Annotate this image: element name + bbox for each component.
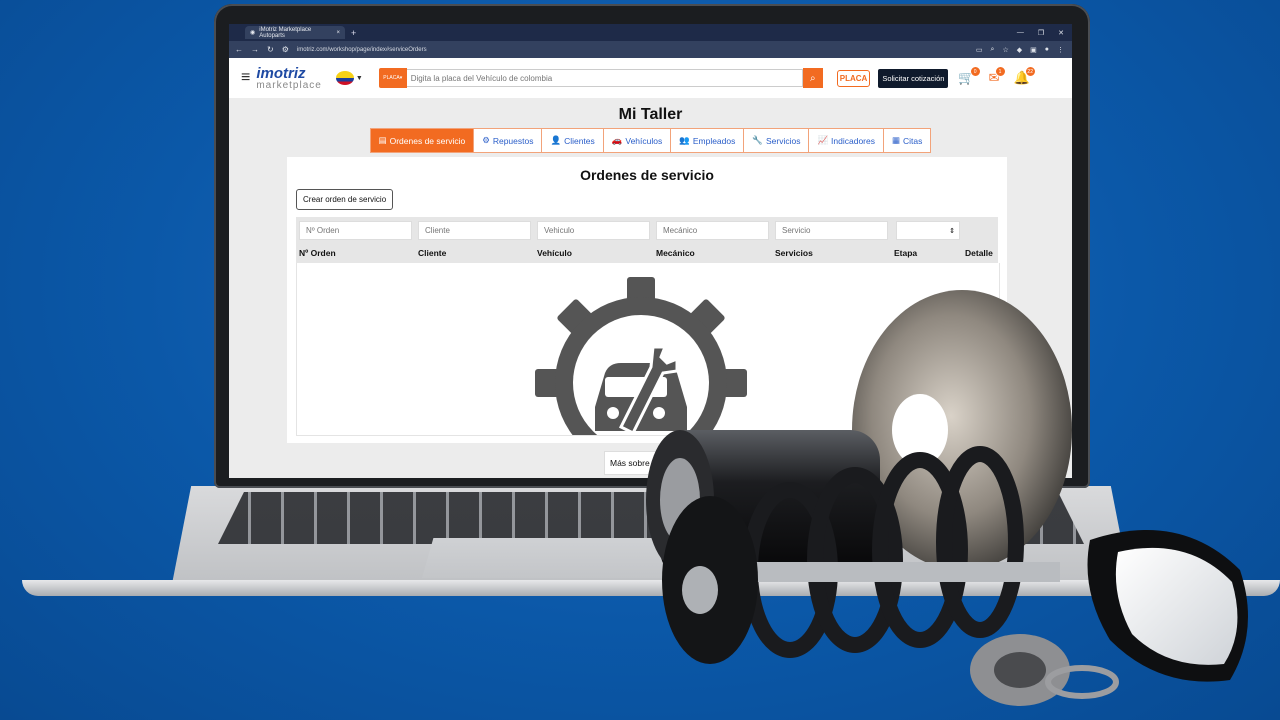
column-header: Detalle	[965, 248, 993, 258]
new-tab-icon[interactable]: +	[351, 28, 356, 38]
browser-tab[interactable]: ◉ iMotriz Marketplace Autoparts ×	[245, 26, 345, 39]
column-header: Vehículo	[537, 248, 572, 258]
tab-clients[interactable]: 👤 Clientes	[542, 128, 604, 153]
search-input[interactable]	[406, 69, 803, 87]
tab-indicators[interactable]: 📈 Indicadores	[809, 128, 884, 153]
auto-parts-image	[646, 290, 1248, 706]
browser-urlbar: ← → ↻ ⚙ imotriz.com/workshop/page/index#…	[229, 41, 1072, 58]
site-header: ≡ imotriz marketplace ▼ PLACA▾ ⌕ PLACA S…	[229, 58, 1072, 98]
file-icon: ▤	[378, 135, 387, 145]
logo[interactable]: imotriz marketplace	[256, 66, 321, 91]
column-header: Servicios	[775, 248, 813, 258]
tab-label: Repuestos	[492, 135, 534, 146]
search-icon: ⌕	[809, 72, 816, 84]
colombia-flag-icon[interactable]	[335, 71, 354, 85]
stage-select[interactable]: ⇕	[896, 221, 960, 240]
users-icon: 👥	[679, 135, 690, 145]
window-controls: — ❐ ✕	[1017, 29, 1072, 37]
client-filter-input[interactable]	[418, 221, 531, 240]
plate-label: PLACA	[383, 75, 400, 81]
panel-title: Ordenes de servicio	[580, 167, 714, 183]
browser-tabbar: ◉ iMotriz Marketplace Autoparts × + — ❐ …	[229, 24, 1072, 41]
browser-tab-title: iMotriz Marketplace Autoparts	[259, 26, 312, 39]
workshop-tabs: ▤ Ordenes de servicio ⚙ Repuestos 👤 Cliente…	[229, 128, 1072, 153]
chart-icon: 📈	[817, 135, 829, 145]
car-icon: 🚗	[611, 135, 623, 145]
search-button[interactable]: ⌕	[802, 68, 823, 88]
tab-label: Servicios	[765, 135, 801, 146]
browser-menu-icon[interactable]: ⋮	[1057, 46, 1064, 54]
tab-label: Citas	[903, 135, 923, 146]
close-tab-icon[interactable]: ×	[336, 30, 340, 36]
cogs-icon: ⚙	[482, 135, 490, 145]
column-header: Nº Orden	[299, 248, 336, 258]
calendar-icon: ▦	[892, 135, 901, 145]
tab-label: Ordenes de servicio	[389, 135, 466, 146]
placa-button[interactable]: PLACA	[836, 69, 871, 87]
extension-icon[interactable]: ◆	[1017, 46, 1022, 54]
restore-icon[interactable]: ❐	[1038, 29, 1044, 37]
close-window-icon[interactable]: ✕	[1058, 29, 1064, 37]
cart-badge: 0	[969, 66, 981, 77]
reload-icon[interactable]: ↻	[267, 45, 274, 54]
vehicle-filter-input[interactable]	[537, 221, 650, 240]
favicon-icon: ◉	[250, 30, 256, 36]
hamburger-menu-icon[interactable]: ≡	[241, 69, 250, 87]
forward-icon[interactable]: →	[251, 45, 259, 54]
column-header: Cliente	[418, 248, 447, 258]
site-info-icon[interactable]: ⚙	[282, 45, 289, 54]
page-title: Mi Taller	[618, 106, 683, 123]
tab-vehicles[interactable]: 🚗 Vehículos	[603, 128, 672, 153]
order-filter-input[interactable]	[299, 221, 412, 240]
tab-appointments[interactable]: ▦ Citas	[884, 128, 932, 153]
browser-toolbar-icons: ▭ ⌕ ☆ ◆ ▣ ● ⋮	[976, 46, 1072, 54]
tab-label: Vehículos	[625, 135, 663, 146]
header-icons: 🛒 0 ✉ 1 🔔 22	[958, 66, 1036, 86]
back-icon[interactable]: ←	[235, 45, 243, 54]
cart-icon[interactable]: 🛒 0	[958, 66, 981, 86]
tab-label: Clientes	[564, 135, 595, 146]
wrench-icon: 🔧	[752, 135, 763, 145]
profile-icon[interactable]: ●	[1045, 46, 1049, 54]
bookmark-star-icon[interactable]: ☆	[1002, 46, 1008, 54]
column-header: Etapa	[894, 248, 918, 258]
logo-sub: marketplace	[256, 79, 322, 91]
cast-icon[interactable]: ▭	[976, 46, 983, 54]
messages-icon[interactable]: ✉ 1	[989, 66, 1006, 86]
chevron-down-icon[interactable]: ▼	[356, 75, 363, 82]
create-order-button[interactable]: Crear orden de servicio	[296, 189, 394, 210]
user-icon: 👤	[550, 135, 562, 145]
request-quote-button[interactable]: Solicitar cotización	[878, 68, 949, 88]
zoom-icon[interactable]: ⌕	[991, 46, 995, 54]
minimize-icon[interactable]: —	[1017, 29, 1024, 37]
tab-services[interactable]: 🔧 Servicios	[744, 128, 810, 153]
service-filter-input[interactable]	[775, 221, 888, 240]
filter-row: ⇕ Nº Orden Cliente Vehículo Mecánico Ser…	[296, 217, 998, 263]
puzzle-icon[interactable]: ▣	[1030, 46, 1037, 54]
messages-badge: 1	[994, 66, 1006, 77]
mechanic-filter-input[interactable]	[656, 221, 769, 240]
tab-parts[interactable]: ⚙ Repuestos	[474, 128, 543, 153]
address-bar[interactable]: imotriz.com/workshop/page/index#serviceO…	[297, 47, 427, 53]
tab-label: Indicadores	[831, 135, 875, 146]
column-header: Mecánico	[656, 248, 695, 258]
tab-employees[interactable]: 👥 Empleados	[671, 128, 745, 153]
tab-label: Empleados	[692, 135, 736, 146]
bell-icon[interactable]: 🔔 22	[1014, 66, 1036, 86]
notifications-badge: 22	[1024, 66, 1036, 77]
logo-main: imotriz	[256, 64, 306, 82]
tab-service-orders[interactable]: ▤ Ordenes de servicio	[369, 128, 475, 153]
plate-selector-button[interactable]: PLACA ▾	[378, 68, 407, 88]
